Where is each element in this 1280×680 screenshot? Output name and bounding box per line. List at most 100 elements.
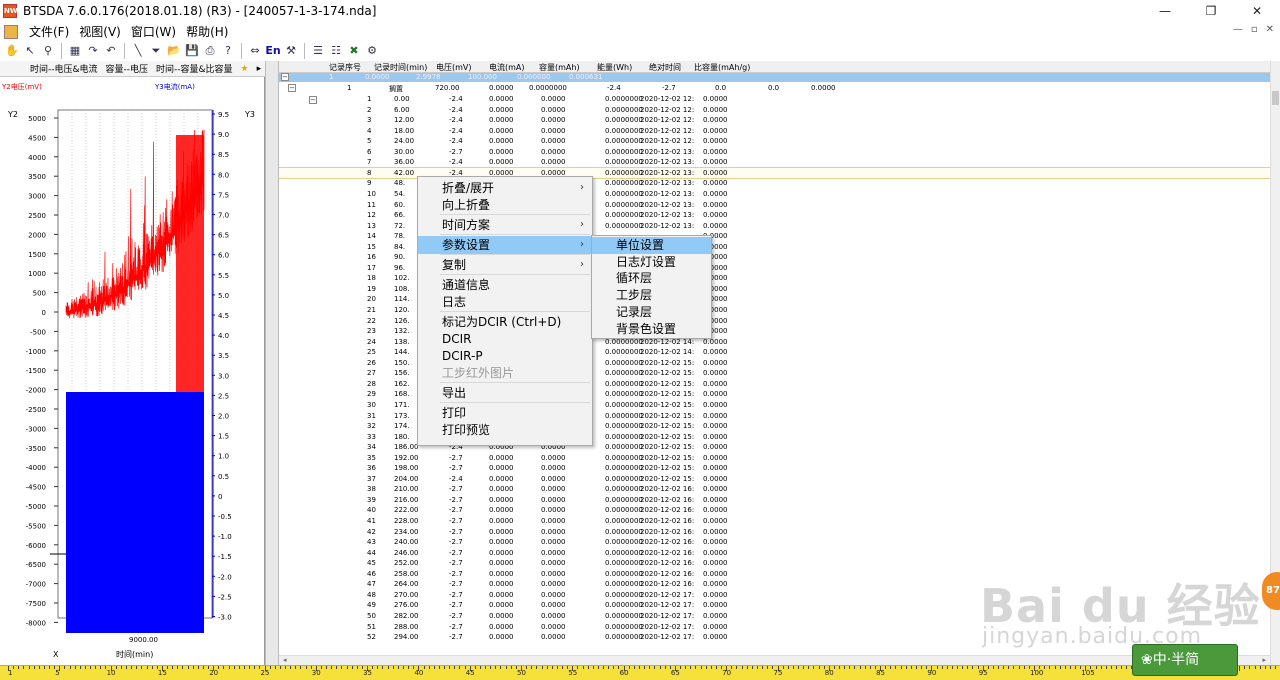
tools-icon[interactable]: ⚒: [283, 43, 299, 59]
table-cell: 0.0000000: [605, 432, 643, 441]
grid-icon[interactable]: ▦: [67, 43, 83, 59]
table-cell: 48.: [394, 179, 406, 188]
column-header-energy[interactable]: 能量(Wh): [597, 62, 632, 73]
context-menu-item[interactable]: 打印: [418, 404, 592, 422]
table-row[interactable]: 39 216.00 -2.7 0.0000 0.0000 0.0000000 2020-12…: [279, 495, 1270, 506]
context-menu-item[interactable]: DCIR: [418, 330, 592, 348]
step-value: 0.0: [715, 84, 727, 92]
context-menu-item[interactable]: 时间方案 ›: [418, 216, 592, 234]
chart-tab-time-voltage-current[interactable]: 时间--电压&电流: [26, 62, 102, 75]
menu-view[interactable]: 视图(V): [74, 23, 126, 40]
column-header-current[interactable]: 电流(mA): [489, 62, 525, 73]
scroll-thumb[interactable]: [1272, 91, 1279, 105]
table-row[interactable]: 5 24.00 -2.4 0.0000 0.0000 0.0000000 2020-12-0…: [279, 136, 1270, 147]
chart-tab-time-capacity[interactable]: 时间--容量&比容量: [152, 62, 237, 75]
context-menu-item[interactable]: 日志: [418, 293, 592, 311]
language-icon[interactable]: En: [265, 43, 281, 59]
save-icon[interactable]: 💾: [184, 43, 200, 59]
table-row[interactable]: 38 210.00 -2.7 0.0000 0.0000 0.0000000 2020-12…: [279, 484, 1270, 495]
table-row[interactable]: 7 36.00 -2.4 0.0000 0.0000 0.0000000 2020-12-0…: [279, 157, 1270, 168]
redo-icon[interactable]: ↷: [85, 43, 101, 59]
table-row[interactable]: 4 18.00 -2.4 0.0000 0.0000 0.0000000 2020-12-0…: [279, 126, 1270, 137]
ruler-tick: [490, 666, 492, 669]
cycle-ruler[interactable]: 1 5 10 15 20 25 30 35 40 45 50 55 60 65 70 75 80 85 90 95 10…: [0, 665, 1280, 680]
chart-tab-capacity-voltage[interactable]: 容量--电压: [102, 62, 153, 75]
submenu-item[interactable]: 记录层: [592, 304, 711, 321]
context-menu-item[interactable]: 通道信息: [418, 276, 592, 294]
table-row[interactable]: 41 228.00 -2.7 0.0000 0.0000 0.0000000 2020-12…: [279, 516, 1270, 527]
table-icon[interactable]: ☰: [310, 43, 326, 59]
tab-scroll-right-icon[interactable]: ▸: [253, 64, 266, 74]
menu-file[interactable]: 文件(F): [24, 23, 74, 40]
excel-icon[interactable]: ✖: [346, 43, 362, 59]
panel-splitter[interactable]: [265, 61, 279, 665]
context-menu-item[interactable]: DCIR-P: [418, 347, 592, 365]
submenu-item[interactable]: 工步层: [592, 287, 711, 304]
ruler-tick: [295, 666, 297, 669]
pointer-icon[interactable]: ↖: [22, 43, 38, 59]
column-header-record-time[interactable]: 记录时间(min): [374, 62, 427, 73]
menu-help[interactable]: 帮助(H): [181, 23, 233, 40]
table-cell: 52: [367, 633, 376, 642]
minimize-button[interactable]: —: [1142, 0, 1188, 22]
star-icon[interactable]: ★: [237, 64, 253, 74]
document-icon[interactable]: [4, 24, 18, 39]
context-menu-item[interactable]: 打印预览: [418, 421, 592, 439]
filter-icon[interactable]: ⏷: [148, 43, 164, 59]
open-icon[interactable]: 📂: [166, 43, 182, 59]
context-menu-item[interactable]: 参数设置 ›: [418, 236, 592, 254]
step-row[interactable]: − 1 搁置 720.00 0.0000 0.0000000 -2.4 -2.7…: [279, 83, 1270, 94]
table-row[interactable]: 6 30.00 -2.7 0.0000 0.0000 0.0000000 2020-12-0…: [279, 147, 1270, 158]
line-icon[interactable]: ╲: [130, 43, 146, 59]
submenu-item[interactable]: 循环层: [592, 270, 711, 287]
menu-window[interactable]: 窗口(W): [126, 23, 181, 40]
close-button[interactable]: ✕: [1234, 0, 1280, 22]
context-menu-item[interactable]: 导出: [418, 384, 592, 402]
table-cell: -2.7: [449, 517, 463, 525]
mdi-minimize-button[interactable]: —: [1233, 24, 1243, 35]
restore-button[interactable]: ❐: [1188, 0, 1234, 22]
table-row[interactable]: 2 6.00 -2.4 0.0000 0.0000 0.0000000 2020-12-02…: [279, 105, 1270, 116]
table-row[interactable]: 35 192.00 -2.7 0.0000 0.0000 0.0000000 2020-12…: [279, 453, 1270, 464]
table-icon[interactable]: ☷: [328, 43, 344, 59]
zoom-icon[interactable]: ⚲: [40, 43, 56, 59]
y3-tick-label: 6.0: [218, 252, 229, 260]
grid-header: 记录序号 记录时间(min) 电压(mV) 电流(mA) 容量(mAh) 能量(…: [279, 61, 1270, 73]
undo-icon[interactable]: ↶: [103, 43, 119, 59]
step-value: 720.00: [435, 84, 460, 92]
table-row[interactable]: 3 12.00 -2.4 0.0000 0.0000 0.0000000 2020-12-0…: [279, 115, 1270, 126]
column-header-specific-capacity[interactable]: 比容量(mAh/g): [694, 62, 750, 73]
table-cell: 222.00: [394, 506, 419, 515]
context-menu-item[interactable]: 向上折叠: [418, 196, 592, 214]
table-row[interactable]: 40 222.00 -2.7 0.0000 0.0000 0.0000000 2020-12…: [279, 505, 1270, 516]
cycle-row[interactable]: − 1 0.0000 2.9978 100.000 0.000000 0.000…: [279, 73, 1270, 82]
scroll-left-icon[interactable]: ◂: [283, 656, 287, 664]
settings-icon[interactable]: ⚙: [364, 43, 380, 59]
column-header-voltage[interactable]: 电压(mV): [436, 62, 472, 73]
mdi-restore-button[interactable]: ▫: [1251, 24, 1258, 35]
context-menu-item[interactable]: 标记为DCIR (Ctrl+D): [418, 313, 592, 331]
table-row[interactable]: 1 0.00 -2.4 0.0000 0.0000 0.0000000 2020-12-02…: [279, 94, 1270, 105]
voltage-current-chart[interactable]: 5000450040003500300025002000150010005000…: [0, 77, 265, 665]
table-row[interactable]: 36 198.00 -2.7 0.0000 0.0000 0.0000000 2020-12…: [279, 463, 1270, 474]
left-right-icon[interactable]: ⇔: [247, 43, 263, 59]
hand-icon[interactable]: ✋: [4, 43, 20, 59]
submenu-item[interactable]: 背景色设置: [592, 321, 711, 338]
collapse-toggle[interactable]: −: [281, 73, 289, 81]
table-row[interactable]: 37 204.00 -2.4 0.0000 0.0000 0.0000000 2020-12…: [279, 474, 1270, 485]
column-header-capacity[interactable]: 容量(mAh): [539, 62, 580, 73]
mdi-close-button[interactable]: ✕: [1266, 24, 1274, 35]
table-row[interactable]: 42 234.00 -2.7 0.0000 0.0000 0.0000000 2020-12…: [279, 527, 1270, 538]
help-icon[interactable]: ?: [220, 43, 236, 59]
column-header-absolute-time[interactable]: 绝对时间: [649, 62, 681, 73]
side-badge[interactable]: 87: [1262, 572, 1280, 610]
context-menu-item[interactable]: 折叠/展开 ›: [418, 179, 592, 197]
print-icon[interactable]: ⎙: [202, 43, 218, 59]
ime-toolbar[interactable]: ❀中·半简: [1132, 644, 1238, 676]
context-menu-item[interactable]: 复制 ›: [418, 256, 592, 274]
column-header-record-no[interactable]: 记录序号: [329, 62, 361, 73]
table-cell: -2.4: [449, 105, 463, 114]
submenu-item[interactable]: 单位设置: [592, 237, 711, 254]
submenu-item[interactable]: 日志灯设置: [592, 254, 711, 271]
collapse-toggle[interactable]: −: [288, 84, 296, 92]
